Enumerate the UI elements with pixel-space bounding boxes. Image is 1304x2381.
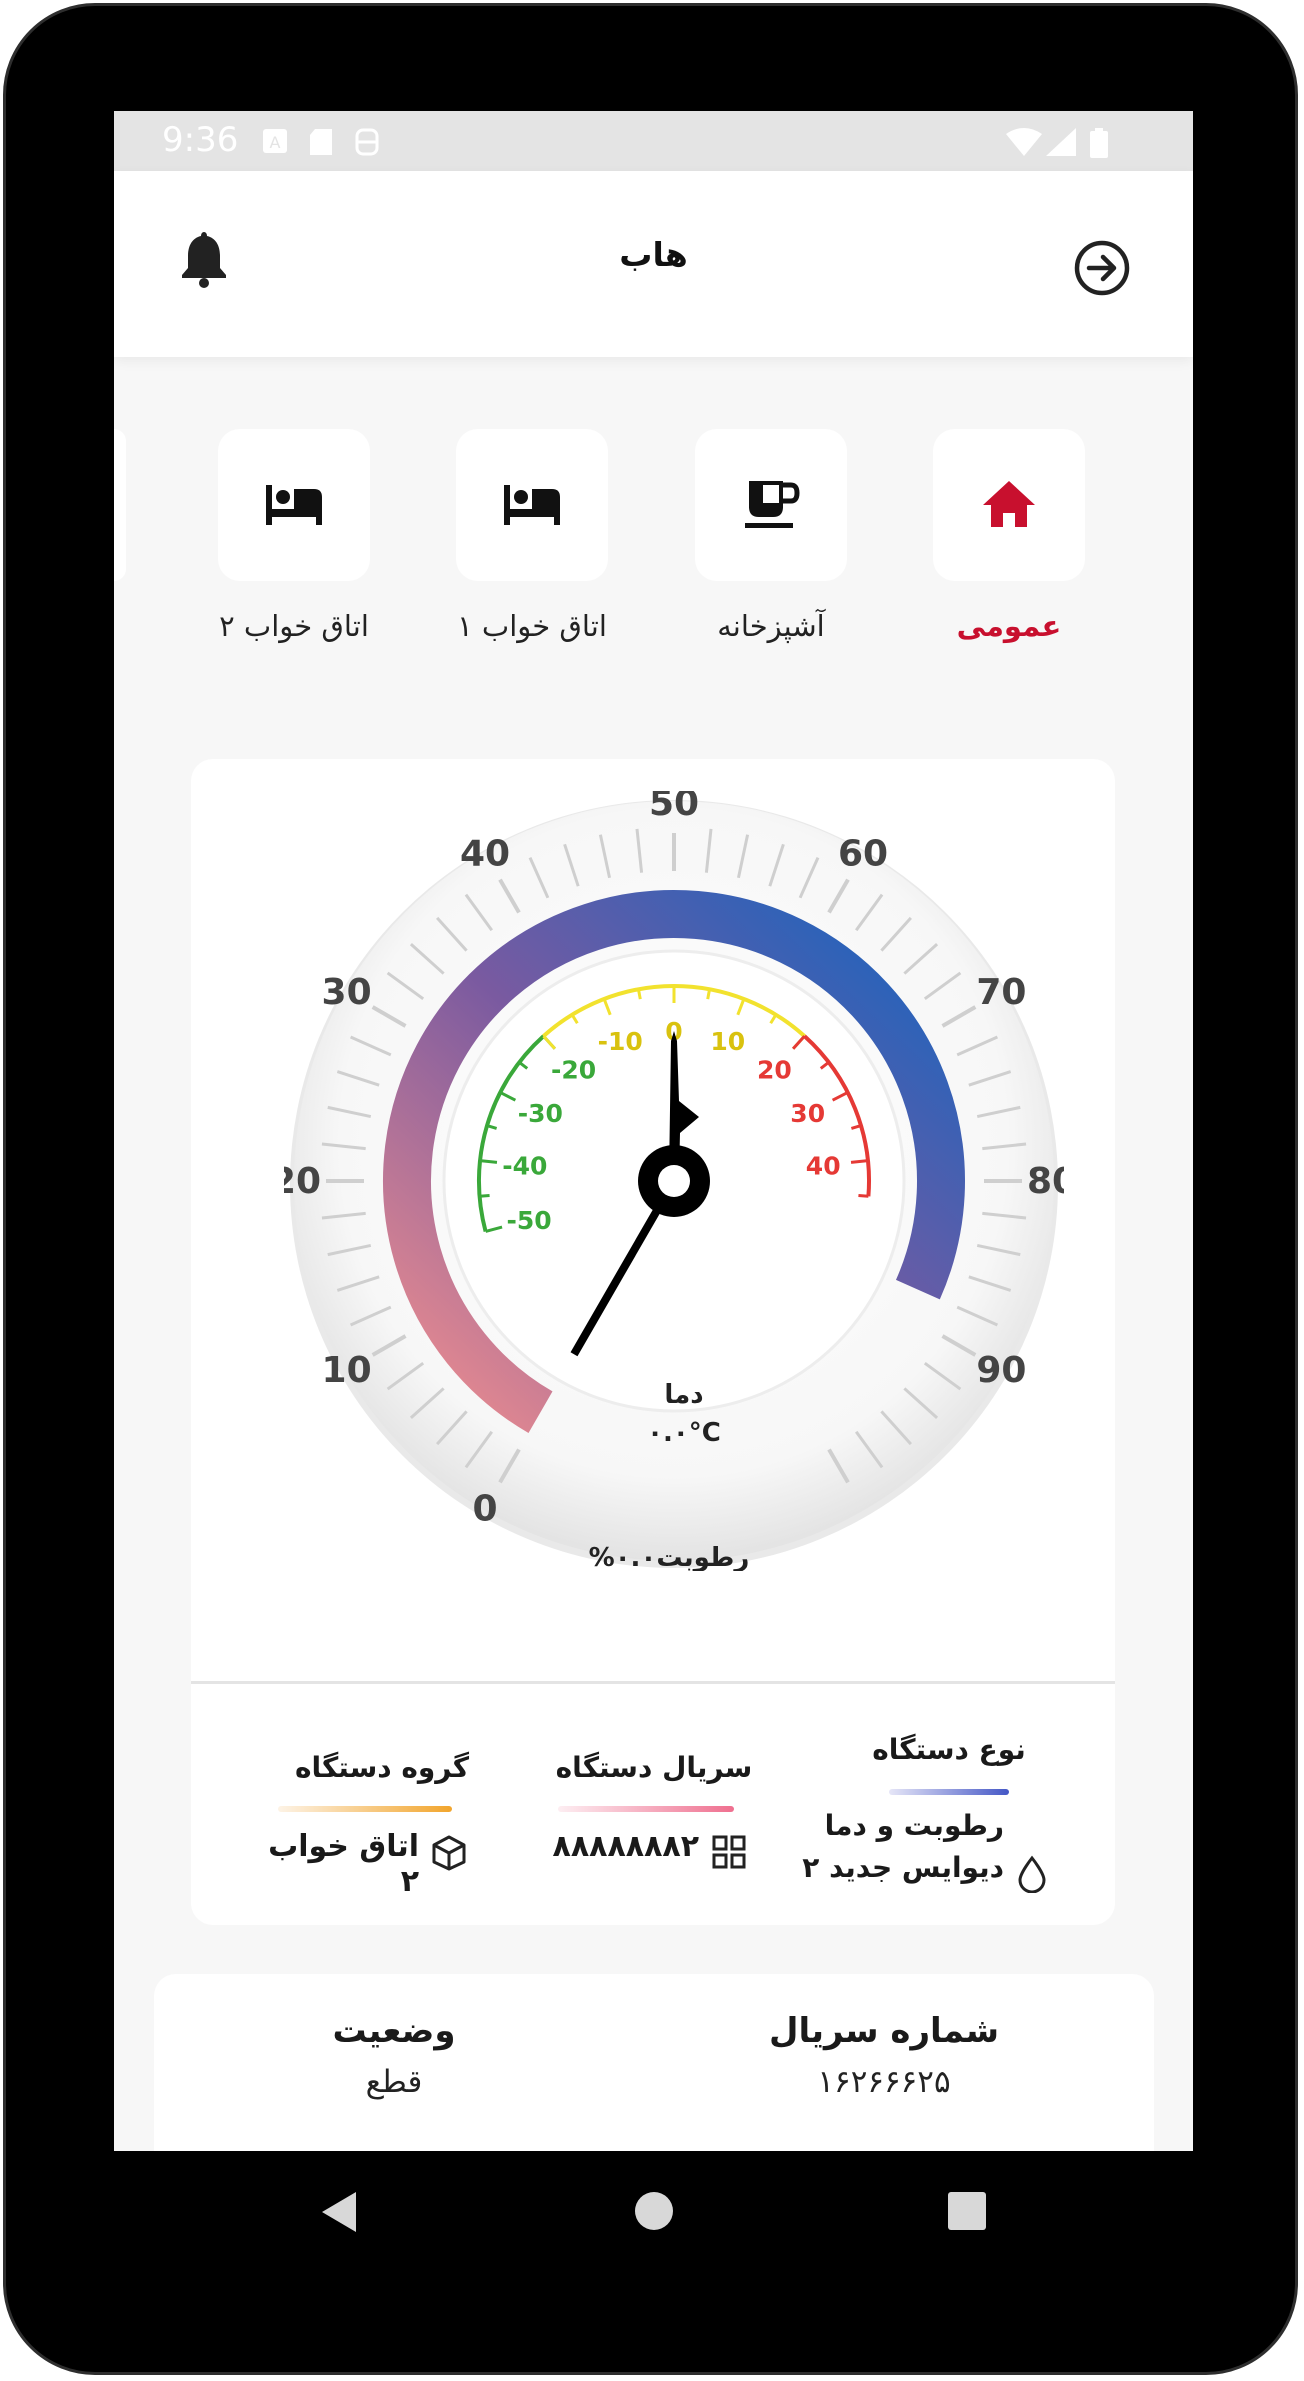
device-group-underline xyxy=(278,1806,452,1812)
device: 9:36 A هاب اتاق خواب ۲ اتاق خواب ۱ آشپزخ… xyxy=(0,0,1304,2381)
sync-icon xyxy=(355,128,379,156)
battery-icon xyxy=(1090,128,1108,158)
svg-text:A: A xyxy=(270,133,281,152)
temp-tick xyxy=(858,1194,869,1198)
serial-number-title: شماره سریال xyxy=(768,2011,1000,2051)
device-type-line2: دیوایس جدید ۲ xyxy=(802,1851,1004,1884)
inner-tick-label: -30 xyxy=(518,1099,563,1128)
device-serial-underline xyxy=(558,1806,734,1812)
status-time: 9:36 xyxy=(162,120,239,160)
sd-card-icon xyxy=(310,129,332,155)
drop-icon xyxy=(1018,1855,1046,1893)
device-type-line1: رطوبت و دما xyxy=(824,1809,1004,1842)
device-type-title: نوع دستگاه xyxy=(872,1733,1026,1766)
details-card xyxy=(154,1974,1154,2151)
outer-tick-label: 0 xyxy=(472,1488,497,1529)
bed-icon xyxy=(266,485,322,525)
outer-tick-label: 30 xyxy=(322,972,372,1013)
device-serial-title: سریال دستگاه xyxy=(555,1751,753,1784)
cat-tile-bedroom-2[interactable] xyxy=(218,429,370,581)
inner-tick-label: 30 xyxy=(790,1099,825,1128)
inner-tick-label: -10 xyxy=(598,1027,643,1056)
inner-tick-label: 20 xyxy=(757,1056,792,1085)
inner-tick-label: -20 xyxy=(551,1056,596,1085)
outer-tick-label: 90 xyxy=(976,1350,1026,1391)
temp-label: دما xyxy=(664,1380,703,1410)
inner-tick-label: -50 xyxy=(507,1206,552,1235)
humidity-value: %۰.۰رطوبت xyxy=(589,1543,750,1571)
device-type-underline xyxy=(889,1789,1009,1795)
arrow-right-circle-icon[interactable] xyxy=(1072,238,1132,298)
temp-tick xyxy=(636,988,642,1000)
serial-number-value: ۱۶۲۶۶۶۲۵ xyxy=(817,2064,951,2100)
status-value: قطع xyxy=(365,2064,423,2100)
outer-tick-label: 40 xyxy=(460,834,510,875)
device-group-title: گروه دستگاه xyxy=(294,1751,470,1784)
outer-tick-label: 50 xyxy=(649,791,699,824)
card-divider xyxy=(191,1681,1115,1684)
humidity-temperature-gauge: 0102030405060708090 -50-40-30-20-1001020… xyxy=(284,791,1064,1571)
a-notification-icon: A xyxy=(263,129,287,153)
app-bar: هاب xyxy=(114,171,1193,357)
inner-tick-label: 10 xyxy=(710,1027,745,1056)
signal-icon xyxy=(1046,128,1076,156)
cat-label-bedroom-2: اتاق خواب ۲ xyxy=(219,609,369,643)
outer-tick-label: 70 xyxy=(976,972,1026,1013)
inner-tick-label: -40 xyxy=(502,1151,547,1180)
cat-tile-bedroom-1[interactable] xyxy=(456,429,608,581)
home-button[interactable] xyxy=(633,2190,675,2232)
temp-tick xyxy=(479,1159,498,1164)
status-bar: 9:36 A xyxy=(114,111,1193,171)
bed-icon xyxy=(504,485,560,525)
outer-tick-label: 60 xyxy=(838,834,888,875)
outer-tick-label: 80 xyxy=(1027,1161,1064,1202)
wifi-icon xyxy=(1006,128,1042,156)
cup-icon xyxy=(745,481,800,528)
temp-value: ۰.۰°C xyxy=(647,1418,721,1448)
grid-icon xyxy=(712,1835,746,1869)
screen: 9:36 A هاب اتاق خواب ۲ اتاق خواب ۱ آشپزخ… xyxy=(114,111,1193,2151)
cube-icon xyxy=(432,1835,466,1871)
needle-hub-center xyxy=(658,1165,690,1197)
cat-tile-general[interactable] xyxy=(933,429,1085,581)
page-title: هاب xyxy=(619,235,688,274)
device-serial-value: ۸۸۸۸۸۸۸۲ xyxy=(552,1829,699,1864)
cat-label-kitchen: آشپزخانه xyxy=(717,609,825,643)
cat-label-general: عمومی xyxy=(956,609,1062,643)
home-icon xyxy=(983,481,1035,527)
cat-tile-partial[interactable] xyxy=(114,429,126,581)
cat-tile-kitchen[interactable] xyxy=(695,429,847,581)
outer-tick-label: 20 xyxy=(284,1161,321,1202)
status-title: وضعیت xyxy=(332,2011,456,2051)
temp-tick xyxy=(850,1159,869,1164)
back-button[interactable] xyxy=(318,2190,360,2234)
cat-label-bedroom-1: اتاق خواب ۱ xyxy=(457,609,607,643)
outer-tick-label: 10 xyxy=(322,1350,372,1391)
temp-tick xyxy=(706,988,712,1000)
temp-tick xyxy=(479,1194,490,1198)
inner-tick-label: 40 xyxy=(806,1151,841,1180)
recents-button[interactable] xyxy=(946,2190,988,2232)
device-group-value: اتاق خواب ۲ xyxy=(268,1829,419,1899)
